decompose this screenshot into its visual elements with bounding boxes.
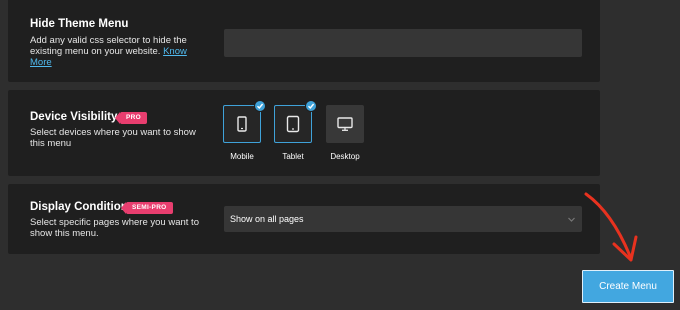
device-tablet-label: Tablet: [282, 152, 304, 161]
mobile-selected-check-icon: [254, 100, 266, 112]
device-desktop-button[interactable]: [326, 105, 364, 143]
device-visibility-description: Select devices where you want to show th…: [30, 127, 196, 149]
device-visibility-title: Device Visibility: [30, 111, 118, 123]
display-condition-select[interactable]: Show on all pages: [224, 206, 582, 232]
display-condition-panel: Display Condition SEMI-PRO Select specif…: [8, 184, 600, 254]
display-condition-description: Select specific pages where you want to …: [30, 217, 199, 239]
display-condition-title: Display Condition: [30, 201, 128, 213]
semi-pro-badge: SEMI-PRO: [121, 202, 173, 214]
pro-badge: PRO: [115, 112, 147, 124]
create-menu-button[interactable]: Create Menu: [582, 270, 674, 303]
device-mobile-label: Mobile: [230, 152, 254, 161]
create-menu-settings: Hide Theme Menu Add any valid css select…: [0, 0, 680, 310]
tablet-selected-check-icon: [305, 100, 317, 112]
hide-theme-menu-panel: Hide Theme Menu Add any valid css select…: [8, 0, 600, 82]
device-desktop-label: Desktop: [330, 152, 360, 161]
hide-theme-menu-description: Add any valid css selector to hide the e…: [30, 35, 190, 68]
tablet-icon: [286, 115, 300, 133]
chevron-down-icon: [568, 217, 575, 222]
hide-theme-menu-title: Hide Theme Menu: [30, 18, 129, 30]
display-condition-select-value: Show on all pages: [230, 214, 304, 224]
create-menu-label: Create Menu: [599, 281, 657, 292]
device-visibility-panel: Device Visibility PRO Select devices whe…: [8, 90, 600, 176]
css-selector-input[interactable]: [224, 29, 582, 57]
mobile-icon: [237, 116, 247, 132]
desktop-icon: [337, 117, 353, 131]
red-arrow-icon: [584, 192, 638, 262]
